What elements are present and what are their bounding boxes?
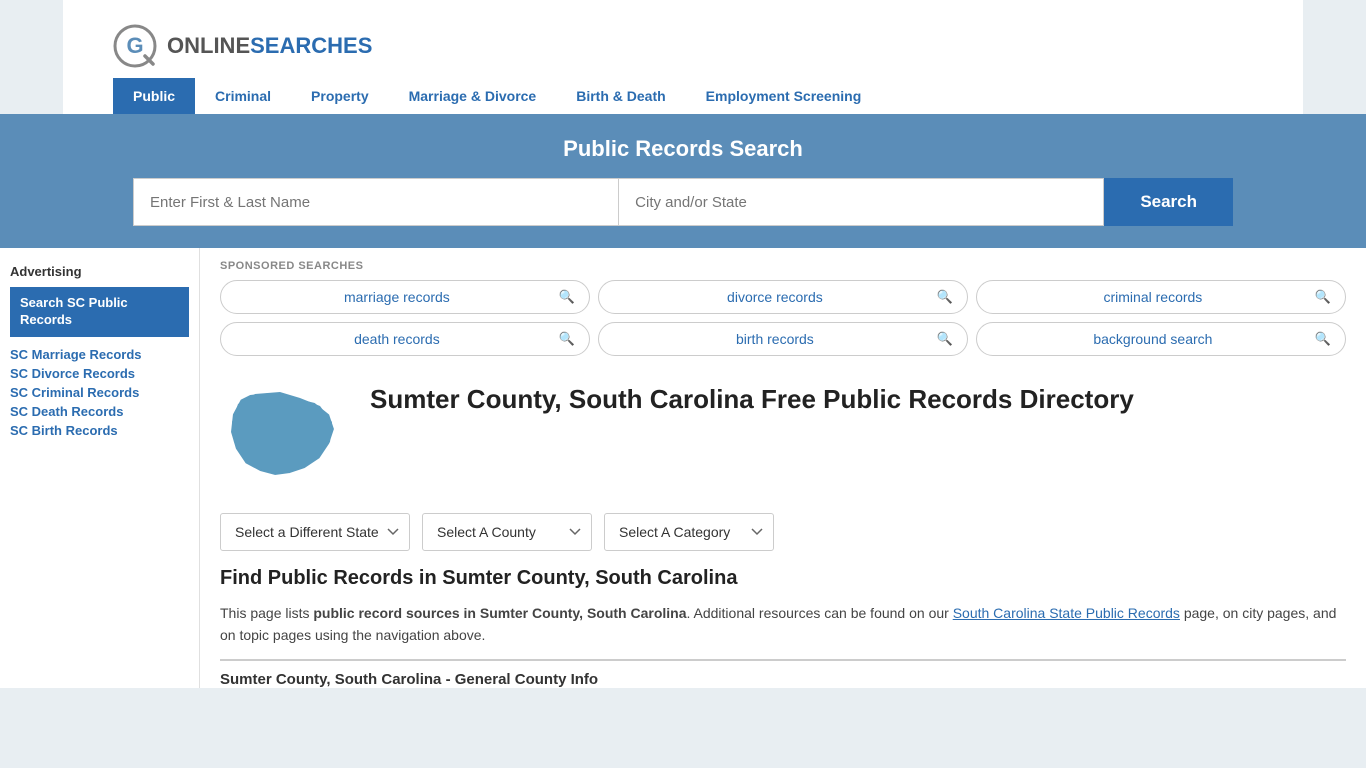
search-icon-marriage: 🔍 [559,289,575,305]
sidebar: Advertising Search SC Public Records SC … [0,248,200,688]
sidebar-link-marriage[interactable]: SC Marriage Records [10,347,189,362]
find-records: Find Public Records in Sumter County, So… [200,567,1366,688]
sc-map-svg [220,384,350,494]
nav-item-property[interactable]: Property [291,78,389,114]
sidebar-link-birth[interactable]: SC Birth Records [10,423,189,438]
nav-item-birth-death[interactable]: Birth & Death [556,78,685,114]
content-wrapper: Advertising Search SC Public Records SC … [0,248,1366,688]
nav-item-public[interactable]: Public [113,78,195,114]
search-icon-criminal: 🔍 [1315,289,1331,305]
sc-state-link[interactable]: South Carolina State Public Records [953,605,1180,621]
search-icon-divorce: 🔍 [937,289,953,305]
sponsored-pill-birth[interactable]: birth records 🔍 [598,322,968,356]
sidebar-ad-button[interactable]: Search SC Public Records [10,287,189,337]
search-bar: Search [133,178,1233,226]
sponsored-pill-death[interactable]: death records 🔍 [220,322,590,356]
sponsored-pill-text-divorce: divorce records [613,289,937,305]
state-dropdown[interactable]: Select a Different State [220,513,410,551]
nav-item-criminal[interactable]: Criminal [195,78,291,114]
page-title: Sumter County, South Carolina Free Publi… [370,384,1134,415]
sponsored-pill-divorce[interactable]: divorce records 🔍 [598,280,968,314]
city-input[interactable] [618,178,1104,226]
find-records-text: This page lists public record sources in… [220,602,1346,647]
sponsored-pill-background[interactable]: background search 🔍 [976,322,1346,356]
logo-icon: G [113,24,157,68]
sidebar-link-divorce[interactable]: SC Divorce Records [10,366,189,381]
sponsored-pill-text-background: background search [991,331,1315,347]
logo: G ONLINE SEARCHES [113,24,1253,68]
search-banner: Public Records Search Search [0,114,1366,248]
sponsored-section: SPONSORED SEARCHES marriage records 🔍 di… [200,248,1366,364]
sidebar-link-criminal[interactable]: SC Criminal Records [10,385,189,400]
sponsored-pill-criminal[interactable]: criminal records 🔍 [976,280,1346,314]
search-icon-background: 🔍 [1315,331,1331,347]
county-dropdown[interactable]: Select A County [422,513,592,551]
site-header: G ONLINE SEARCHES Public Criminal Proper… [93,12,1273,114]
sponsored-pill-text-marriage: marriage records [235,289,559,305]
category-dropdown[interactable]: Select A Category [604,513,774,551]
find-text-2: . Additional resources can be found on o… [687,605,953,621]
nav-item-marriage-divorce[interactable]: Marriage & Divorce [389,78,557,114]
sponsored-pill-text-death: death records [235,331,559,347]
sponsored-label: SPONSORED SEARCHES [220,260,1346,272]
logo-text: ONLINE SEARCHES [167,33,372,59]
page-heading-text: Sumter County, South Carolina Free Publi… [370,384,1134,415]
search-button[interactable]: Search [1104,178,1233,226]
dropdown-row: Select a Different State Select A County… [200,513,1366,567]
sponsored-pill-text-birth: birth records [613,331,937,347]
sidebar-link-death[interactable]: SC Death Records [10,404,189,419]
sponsored-grid: marriage records 🔍 divorce records 🔍 cri… [220,280,1346,356]
main-content: SPONSORED SEARCHES marriage records 🔍 di… [200,248,1366,688]
sponsored-pill-marriage[interactable]: marriage records 🔍 [220,280,590,314]
find-text-bold: public record sources in Sumter County, … [313,605,686,621]
find-records-title: Find Public Records in Sumter County, So… [220,567,1346,590]
main-nav: Public Criminal Property Marriage & Divo… [113,78,1253,114]
sponsored-pill-text-criminal: criminal records [991,289,1315,305]
nav-item-employment[interactable]: Employment Screening [686,78,882,114]
search-icon-birth: 🔍 [937,331,953,347]
search-banner-title: Public Records Search [30,136,1336,162]
general-info-title: Sumter County, South Carolina - General … [220,671,1346,688]
logo-online: ONLINE [167,33,250,59]
svg-text:G: G [126,33,143,58]
logo-searches: SEARCHES [250,33,372,59]
general-info-header: Sumter County, South Carolina - General … [220,659,1346,688]
page-heading-area: Sumter County, South Carolina Free Publi… [200,364,1366,513]
find-text-1: This page lists [220,605,313,621]
search-icon-death: 🔍 [559,331,575,347]
state-map [220,384,350,497]
sidebar-ad-label: Advertising [10,264,189,279]
name-input[interactable] [133,178,618,226]
